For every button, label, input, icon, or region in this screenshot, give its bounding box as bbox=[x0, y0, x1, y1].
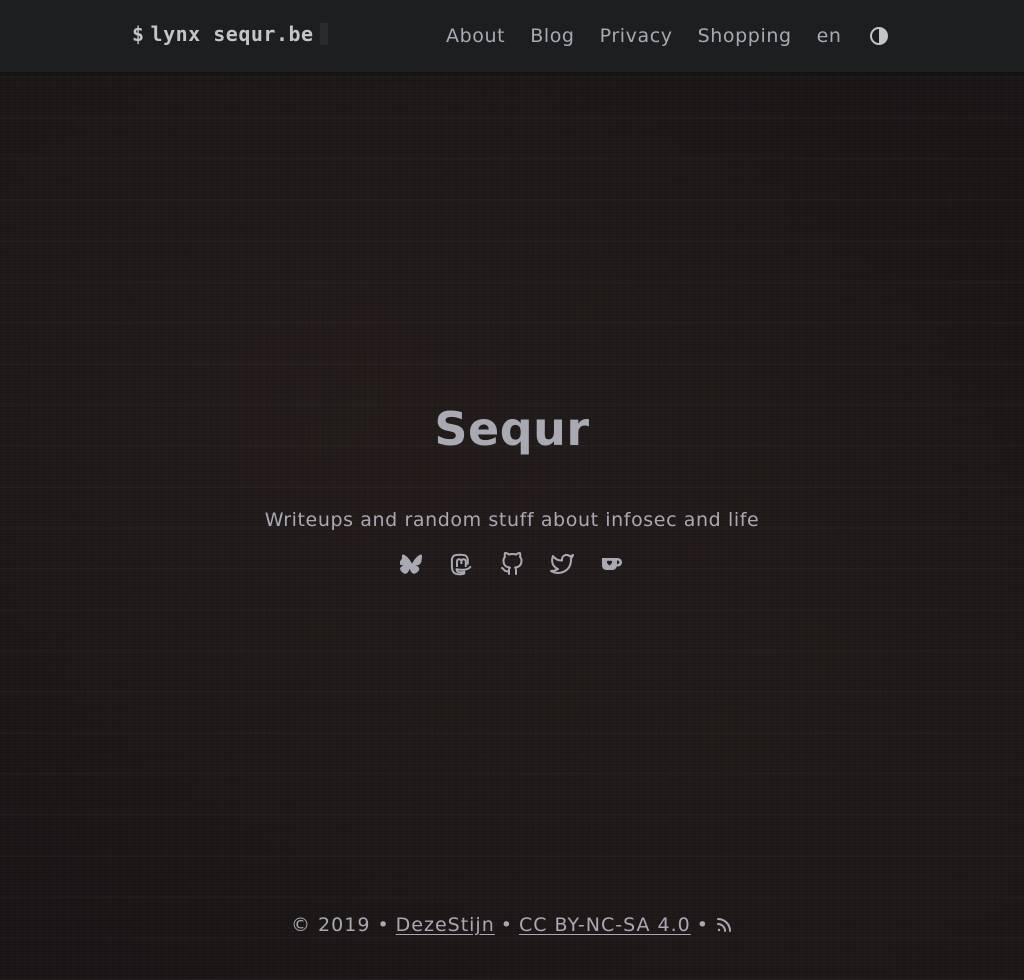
license-link[interactable]: CC BY-NC-SA 4.0 bbox=[519, 914, 691, 936]
rss-icon[interactable] bbox=[715, 916, 733, 934]
nav-about[interactable]: About bbox=[446, 24, 505, 48]
github-icon[interactable] bbox=[500, 551, 524, 576]
twitter-icon[interactable] bbox=[550, 552, 574, 576]
site-logo[interactable]: $ lynx sequr.be bbox=[132, 22, 328, 46]
footer-separator: • bbox=[500, 914, 513, 936]
logo-cursor bbox=[319, 23, 328, 45]
site-footer: © 2019 • DezeStijn • CC BY-NC-SA 4.0 • bbox=[0, 914, 1024, 936]
social-links bbox=[0, 551, 1024, 576]
footer-separator: • bbox=[696, 914, 709, 936]
logo-text: lynx sequr.be bbox=[150, 22, 314, 46]
nav-shopping[interactable]: Shopping bbox=[698, 24, 792, 48]
author-link[interactable]: DezeStijn bbox=[396, 914, 495, 936]
bluesky-icon[interactable] bbox=[398, 552, 424, 576]
site-tagline: Writeups and random stuff about infosec … bbox=[264, 509, 760, 531]
nav-privacy[interactable]: Privacy bbox=[600, 24, 673, 48]
mastodon-icon[interactable] bbox=[450, 552, 474, 576]
language-switcher[interactable]: en bbox=[817, 24, 842, 48]
page-title: Sequr bbox=[434, 402, 590, 456]
site-header: $ lynx sequr.be About Blog Privacy Shopp… bbox=[0, 0, 1024, 72]
nav-blog[interactable]: Blog bbox=[530, 24, 574, 48]
contrast-icon[interactable] bbox=[869, 26, 889, 46]
main-content: Sequr Writeups and random stuff about in… bbox=[0, 72, 1024, 902]
kofi-icon[interactable] bbox=[600, 552, 624, 576]
copyright-text: © 2019 • bbox=[291, 914, 390, 936]
main-nav: About Blog Privacy Shopping en bbox=[446, 24, 842, 48]
logo-mark: $ bbox=[132, 22, 145, 46]
